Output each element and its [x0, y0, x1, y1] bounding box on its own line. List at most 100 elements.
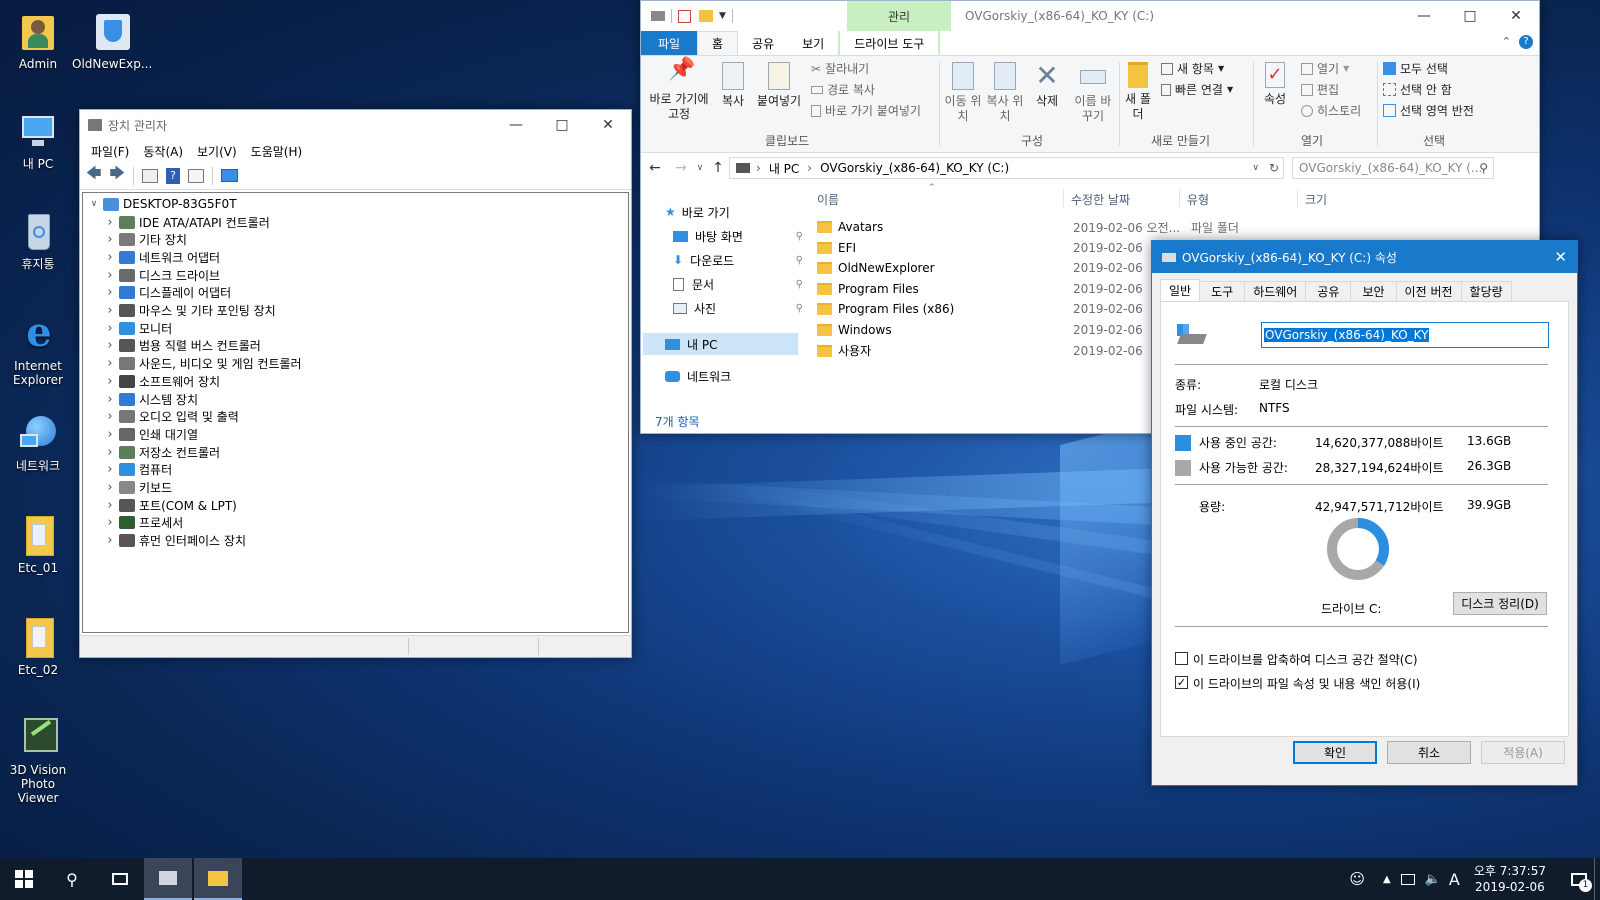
select-all-button[interactable]: 모두 선택	[1383, 60, 1448, 77]
column-type[interactable]: 유형	[1187, 191, 1209, 208]
tree-category[interactable]: › 디스플레이 어댑터	[103, 284, 231, 302]
breadcrumb-this-pc[interactable]: 내 PC	[769, 160, 799, 177]
chevron-right-icon[interactable]: ›	[103, 303, 117, 318]
help-icon[interactable]: ?	[166, 167, 180, 184]
new-item-button[interactable]: 새 항목 ▼	[1161, 60, 1224, 77]
chevron-right-icon[interactable]: ›	[103, 498, 117, 513]
breadcrumb-drive[interactable]: OVGorskiy_(x86-64)_KO_KY (C:)	[820, 161, 1009, 175]
properties-button[interactable]: ✓ 속성	[1257, 62, 1293, 107]
paste-button[interactable]: 붙여넣기	[753, 62, 805, 109]
volume-icon[interactable]: 🔈	[1425, 872, 1441, 887]
column-modified[interactable]: 수정한 날짜	[1071, 191, 1130, 208]
chevron-right-icon[interactable]: ›	[103, 374, 117, 389]
chevron-right-icon[interactable]: ›	[103, 533, 117, 548]
forward-arrow-icon[interactable]: →	[669, 160, 693, 176]
copy-to-button[interactable]: 복사 위치	[985, 62, 1025, 124]
nav-item-documents[interactable]: 문서 ⚲	[673, 273, 803, 295]
tree-category[interactable]: › 디스크 드라이브	[103, 266, 220, 284]
delete-button[interactable]: ✕ 삭제	[1029, 62, 1065, 109]
chevron-right-icon[interactable]: ›	[103, 462, 117, 477]
tree-category[interactable]: › 범용 직렬 버스 컨트롤러	[103, 337, 260, 355]
address-field[interactable]: › 내 PC › OVGorskiy_(x86-64)_KO_KY (C:) ∨…	[729, 157, 1284, 179]
tree-category[interactable]: › 저장소 컨트롤러	[103, 443, 220, 461]
tree-category[interactable]: › 모니터	[103, 319, 172, 337]
edit-button[interactable]: 편집	[1301, 81, 1339, 98]
file-row[interactable]: Avatars 2019-02-06 오전... 파일 폴더	[811, 217, 1541, 237]
tab-file[interactable]: 파일	[641, 31, 697, 55]
address-dropdown-icon[interactable]: ∨	[1252, 163, 1259, 173]
chevron-right-icon[interactable]: ›	[103, 356, 117, 371]
tree-category[interactable]: › 인쇄 대기열	[103, 425, 198, 443]
nav-item-desktop[interactable]: 바탕 화면 ⚲	[673, 225, 803, 247]
move-to-button[interactable]: 이동 위치	[943, 62, 983, 124]
paste-shortcut-button[interactable]: 바로 가기 붙여넣기	[811, 102, 921, 119]
desktop-icon-this-pc[interactable]: 내 PC	[0, 110, 76, 171]
desktop-icon-recycle-bin[interactable]: 휴지통	[0, 210, 76, 271]
tab-share[interactable]: 공유	[738, 31, 788, 55]
chevron-right-icon[interactable]: ›	[103, 392, 117, 407]
tab-hardware[interactable]: 하드웨어	[1244, 281, 1307, 301]
chevron-right-icon[interactable]: ›	[103, 285, 117, 300]
tab-general[interactable]: 일반	[1160, 279, 1201, 301]
menu-help[interactable]: 도움말(H)	[244, 143, 310, 160]
index-checkbox[interactable]: ✓	[1175, 676, 1188, 689]
tree-category[interactable]: › 시스템 장치	[103, 390, 198, 408]
search-button[interactable]: ⚲	[48, 858, 96, 900]
ime-indicator[interactable]: A	[1449, 870, 1460, 889]
pin-icon[interactable]: ⚲	[796, 255, 803, 266]
chevron-right-icon[interactable]: ›	[103, 321, 117, 336]
back-arrow-icon[interactable]: 🡄	[86, 163, 102, 188]
tab-previous-versions[interactable]: 이전 버전	[1395, 281, 1462, 301]
close-button[interactable]: ✕	[585, 110, 631, 140]
people-icon[interactable]: ☺	[1349, 870, 1365, 888]
tab-view[interactable]: 보기	[788, 31, 838, 55]
menu-view[interactable]: 보기(V)	[190, 143, 244, 160]
details-icon[interactable]	[188, 168, 204, 183]
desktop-icon-network[interactable]: 네트워크	[0, 412, 76, 473]
properties-icon[interactable]	[142, 168, 158, 183]
pin-icon[interactable]: ⚲	[796, 303, 803, 314]
invert-selection-button[interactable]: 선택 영역 반전	[1383, 102, 1474, 119]
customize-qat-icon[interactable]: ▼	[719, 11, 726, 21]
maximize-button[interactable]: □	[539, 110, 585, 140]
refresh-icon[interactable]: ↻	[1269, 161, 1279, 175]
tree-category[interactable]: › 오디오 입력 및 출력	[103, 408, 238, 426]
task-view-button[interactable]	[96, 858, 144, 900]
close-button[interactable]: ✕	[1493, 1, 1539, 31]
open-button[interactable]: 열기 ▼	[1301, 60, 1349, 77]
desktop-icon-internet-explorer[interactable]: e Internet Explorer	[0, 312, 76, 388]
chevron-right-icon[interactable]: ›	[103, 409, 117, 424]
recent-dropdown-icon[interactable]: ∨	[693, 163, 707, 173]
menu-file[interactable]: 파일(F)	[84, 143, 136, 160]
ribbon-collapse-icon[interactable]: ⌃	[1502, 35, 1511, 48]
tree-category[interactable]: › 소프트웨어 장치	[103, 372, 220, 390]
new-folder-button[interactable]: 새 폴더	[1123, 62, 1153, 122]
desktop-icon-etc01[interactable]: Etc_01	[0, 514, 76, 575]
disk-cleanup-button[interactable]: 디스크 정리(D)	[1453, 592, 1547, 615]
chevron-right-icon[interactable]: ›	[103, 250, 117, 265]
chevron-right-icon[interactable]: ›	[103, 515, 117, 530]
desktop-icon-3d-vision[interactable]: 3D Vision Photo Viewer	[0, 716, 76, 805]
tab-drive-tools[interactable]: 드라이브 도구	[838, 31, 941, 55]
tree-category[interactable]: › 키보드	[103, 479, 172, 497]
tab-quota[interactable]: 할당량	[1460, 281, 1512, 301]
monitor-icon[interactable]	[221, 169, 238, 182]
desktop-icon-etc02[interactable]: Etc_02	[0, 616, 76, 677]
maximize-button[interactable]: □	[1447, 1, 1493, 31]
clock[interactable]: 오후 7:37:57 2019-02-06	[1474, 863, 1546, 895]
show-desktop-button[interactable]	[1594, 858, 1600, 900]
tree-category[interactable]: › 마우스 및 기타 포인팅 장치	[103, 302, 275, 320]
desktop-icon-oldnewexplorer[interactable]: OldNewExp...	[72, 10, 152, 71]
chevron-down-icon[interactable]: ∨	[87, 199, 101, 209]
tree-category[interactable]: › 포트(COM & LPT)	[103, 496, 236, 514]
nav-this-pc[interactable]: 내 PC	[643, 333, 798, 355]
tab-sharing[interactable]: 공유	[1305, 281, 1352, 301]
tree-category[interactable]: › IDE ATA/ATAPI 컨트롤러	[103, 213, 269, 231]
nav-item-pictures[interactable]: 사진 ⚲	[673, 297, 803, 319]
chevron-right-icon[interactable]: ›	[103, 232, 117, 247]
forward-arrow-icon[interactable]: 🡆	[110, 163, 126, 188]
network-tray-icon[interactable]	[1400, 873, 1415, 885]
tree-category[interactable]: › 프로세서	[103, 514, 183, 532]
chevron-right-icon[interactable]: ›	[103, 427, 117, 442]
select-none-button[interactable]: 선택 안 함	[1383, 81, 1452, 98]
